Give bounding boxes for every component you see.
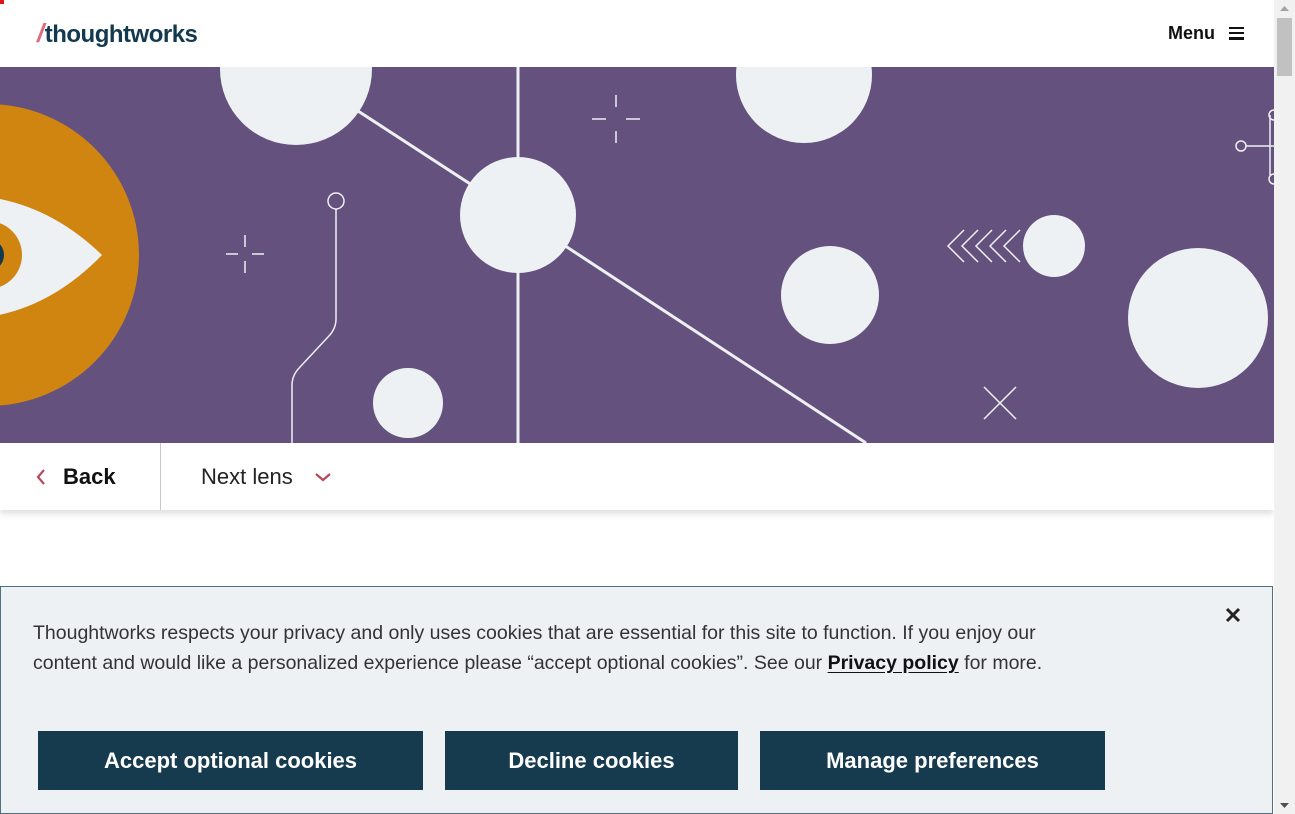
hero-graphic — [0, 67, 1274, 443]
circle-center — [460, 157, 576, 273]
circle-small-right — [1023, 215, 1085, 277]
menu-button[interactable]: Menu — [1168, 20, 1244, 46]
hero-illustration — [0, 67, 1274, 443]
plus-mark-left — [226, 235, 264, 273]
hamburger-icon — [1229, 26, 1244, 40]
circle-top-left — [220, 67, 372, 145]
circuit-right — [1235, 109, 1274, 185]
plus-mark-top — [592, 95, 640, 143]
cookie-text-after: for more. — [958, 652, 1043, 674]
circle-top-right — [736, 67, 872, 143]
logo-text: thoughtworks — [44, 21, 198, 48]
next-lens-dropdown[interactable]: Next lens — [161, 443, 331, 510]
thoughtworks-logo[interactable]: / thoughtworks — [37, 18, 198, 48]
cookie-message: Thoughtworks respects your privacy and o… — [33, 618, 1103, 678]
back-label: Back — [63, 463, 116, 489]
circuit-path — [291, 209, 337, 443]
chevron-down-icon — [315, 472, 331, 481]
menu-label: Menu — [1168, 22, 1215, 43]
circle-large-right — [1128, 248, 1268, 388]
circle-bottom — [373, 368, 443, 438]
corner-marker — [0, 0, 4, 4]
vertical-scrollbar[interactable] — [1274, 0, 1295, 814]
scroll-down-arrow-icon[interactable] — [1274, 797, 1295, 814]
close-icon[interactable] — [1222, 604, 1244, 626]
privacy-policy-link[interactable]: Privacy policy — [828, 652, 959, 674]
lens-navigation: Back Next lens — [0, 443, 1274, 510]
scrollbar-thumb[interactable] — [1277, 18, 1292, 76]
x-mark — [983, 386, 1017, 420]
scroll-up-arrow-icon[interactable] — [1274, 0, 1295, 17]
chevron-left-icon — [36, 468, 45, 485]
logo-slash: / — [37, 18, 44, 48]
circuit-node — [327, 192, 345, 210]
back-button[interactable]: Back — [0, 443, 161, 510]
chevron-arrows — [946, 229, 1021, 263]
next-lens-label: Next lens — [201, 463, 293, 489]
manage-preferences-button[interactable]: Manage preferences — [760, 731, 1105, 790]
decline-cookies-button[interactable]: Decline cookies — [445, 731, 738, 790]
cookie-banner: Thoughtworks respects your privacy and o… — [0, 586, 1273, 814]
page: / thoughtworks Menu Back Next lens Thoug… — [0, 0, 1274, 814]
accept-cookies-button[interactable]: Accept optional cookies — [38, 731, 423, 790]
site-header: / thoughtworks Menu — [0, 0, 1274, 67]
circle-middle — [781, 246, 879, 344]
